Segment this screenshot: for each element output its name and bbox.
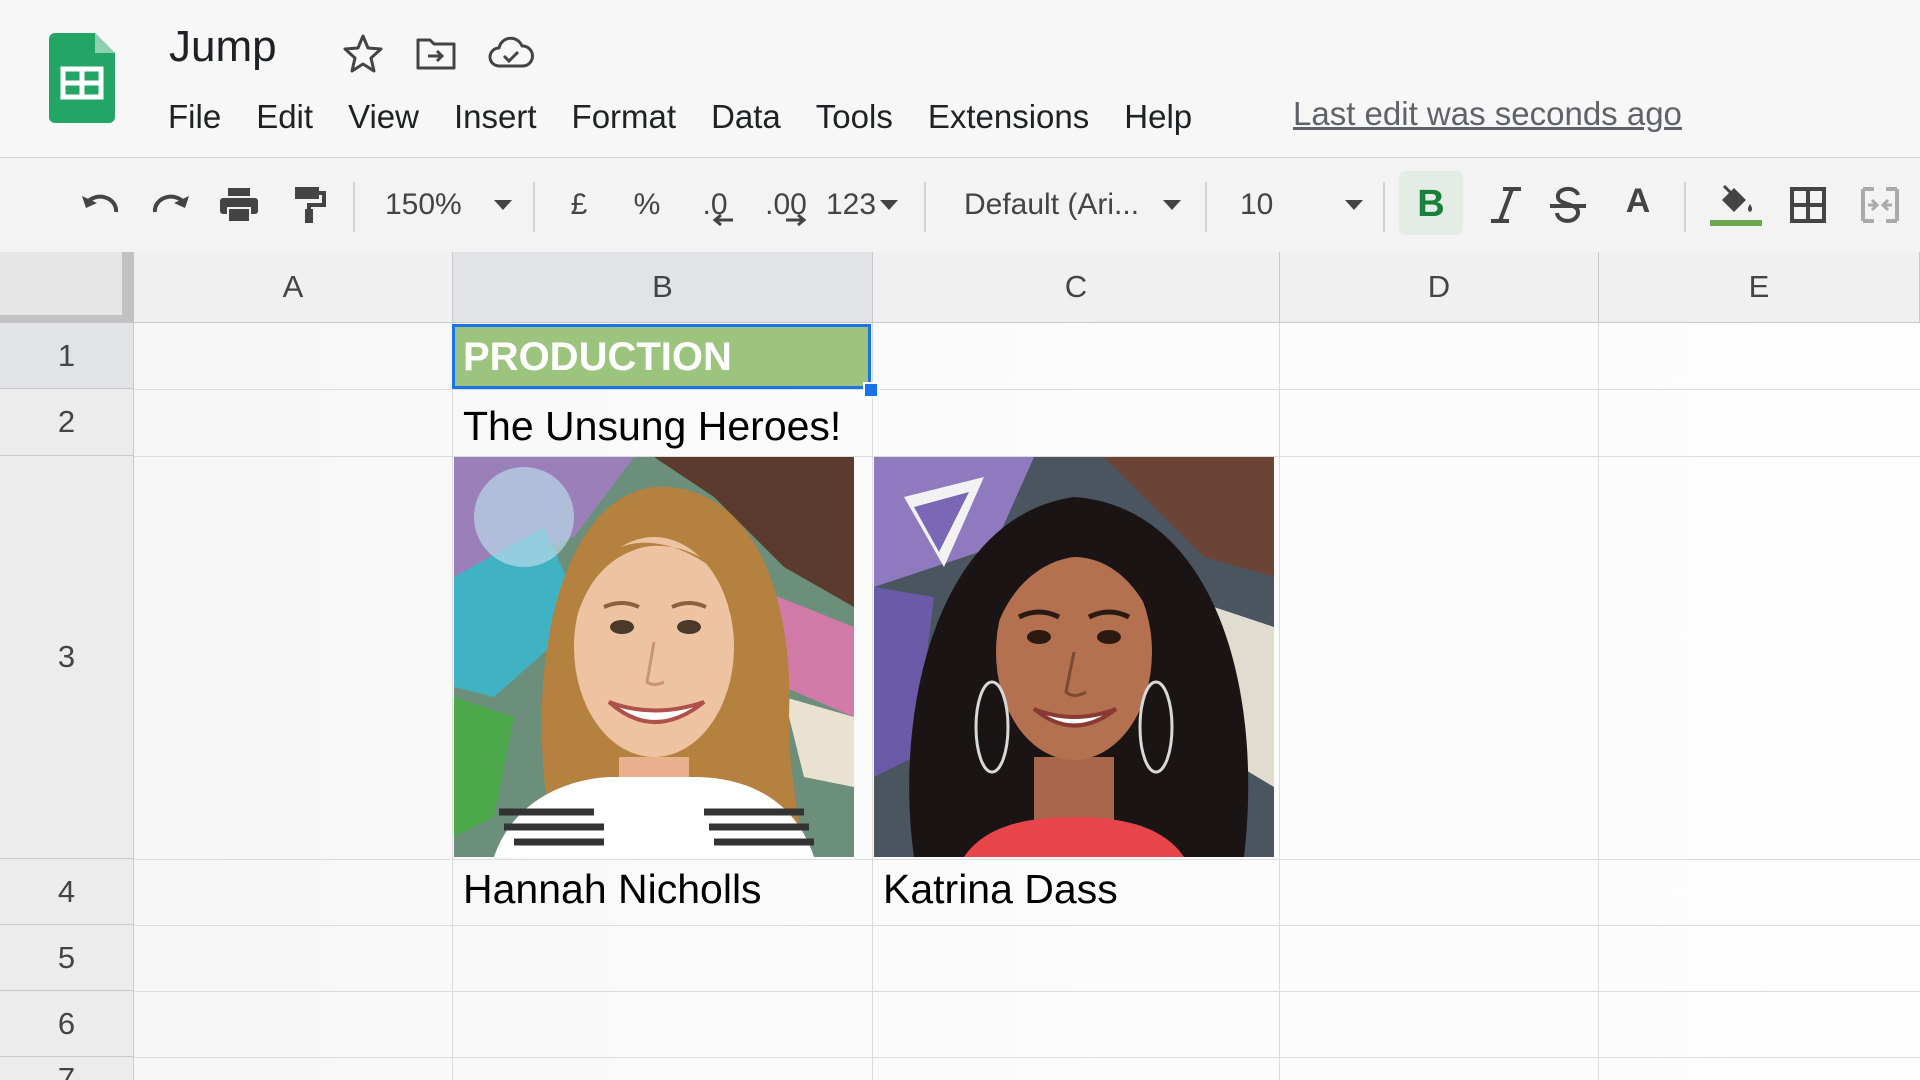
- menu-tools[interactable]: Tools: [816, 98, 893, 136]
- merge-cells-icon[interactable]: [1852, 158, 1908, 252]
- paint-format-icon[interactable]: [284, 158, 334, 252]
- toolbar-separator: [533, 182, 535, 232]
- column-header-c[interactable]: C: [873, 252, 1280, 323]
- fill-handle[interactable]: [863, 382, 879, 398]
- sheets-logo-icon[interactable]: [49, 33, 115, 128]
- zoom-select[interactable]: 150%: [385, 158, 475, 252]
- column-header-b[interactable]: B: [453, 252, 873, 323]
- fill-color-button[interactable]: [1708, 158, 1764, 252]
- document-title[interactable]: Jump: [169, 22, 277, 72]
- text-color-button[interactable]: A: [1608, 158, 1668, 252]
- toolbar-separator: [1383, 182, 1385, 232]
- column-header-d[interactable]: D: [1280, 252, 1599, 323]
- chevron-down-icon[interactable]: [489, 158, 517, 252]
- cell-b4-text[interactable]: Hannah Nicholls: [463, 866, 762, 913]
- currency-format-button[interactable]: £: [563, 158, 595, 252]
- borders-icon[interactable]: [1780, 158, 1836, 252]
- redo-icon[interactable]: [145, 158, 195, 252]
- row-header-2[interactable]: 2: [0, 389, 134, 456]
- row-header-5[interactable]: 5: [0, 925, 134, 991]
- font-size-select[interactable]: 10: [1240, 158, 1300, 252]
- svg-text:B: B: [1417, 183, 1444, 225]
- column-header-a[interactable]: A: [134, 252, 453, 323]
- column-header-e[interactable]: E: [1599, 252, 1920, 323]
- spreadsheet-grid: A B C D E 1 2 3 4 5 6 7 PRODUCTION The U…: [0, 252, 1920, 1080]
- selection-border: [452, 324, 871, 389]
- fill-color-icon: [1722, 184, 1752, 212]
- percent-format-button[interactable]: %: [630, 158, 664, 252]
- menu-edit[interactable]: Edit: [256, 98, 313, 136]
- text-color-bar: [1618, 221, 1658, 227]
- row-header-6[interactable]: 6: [0, 991, 134, 1057]
- more-formats-button[interactable]: 123: [826, 158, 906, 252]
- select-all-corner[interactable]: [0, 252, 135, 324]
- chevron-down-icon: [880, 200, 899, 210]
- row-header-1[interactable]: 1: [0, 323, 134, 389]
- photo-katrina-dass[interactable]: [874, 457, 1274, 857]
- bold-icon: B: [1417, 183, 1444, 225]
- menu-extensions[interactable]: Extensions: [928, 98, 1089, 136]
- text-color-icon: A: [1625, 181, 1651, 220]
- menu-view[interactable]: View: [348, 98, 419, 136]
- bold-button[interactable]: B: [1399, 171, 1463, 235]
- chevron-down-icon[interactable]: [1158, 158, 1186, 252]
- undo-icon[interactable]: [76, 158, 126, 252]
- chevron-down-icon[interactable]: [1340, 158, 1368, 252]
- menu-file[interactable]: File: [168, 98, 221, 136]
- photo-hannah-nicholls[interactable]: [454, 457, 854, 857]
- decrease-decimal-button[interactable]: .0: [690, 158, 740, 252]
- toolbar-separator: [924, 182, 926, 232]
- fill-color-bar: [1710, 220, 1762, 226]
- strikethrough-icon[interactable]: [1540, 158, 1596, 252]
- menu-help[interactable]: Help: [1124, 98, 1192, 136]
- row-header-4[interactable]: 4: [0, 859, 134, 925]
- star-icon[interactable]: [341, 32, 385, 74]
- cloud-saved-icon[interactable]: [487, 32, 534, 74]
- row-header-3[interactable]: 3: [0, 456, 134, 859]
- italic-icon[interactable]: [1478, 158, 1534, 252]
- arrow-right-icon: [786, 214, 807, 226]
- menu-format[interactable]: Format: [572, 98, 677, 136]
- font-family-select[interactable]: Default (Ari...: [964, 158, 1144, 252]
- toolbar-separator: [353, 182, 355, 232]
- zoom-value: 150%: [385, 188, 462, 221]
- move-to-folder-icon[interactable]: [414, 32, 458, 74]
- last-edit-link[interactable]: Last edit was seconds ago: [1293, 95, 1682, 133]
- toolbar-separator: [1205, 182, 1207, 232]
- app-header: Jump File Edit View Insert Format Data T…: [0, 0, 1920, 158]
- row-header-7[interactable]: 7: [0, 1057, 134, 1080]
- toolbar-separator: [1684, 182, 1686, 232]
- menu-data[interactable]: Data: [711, 98, 781, 136]
- menu-bar: File Edit View Insert Format Data Tools …: [168, 93, 1227, 141]
- menu-insert[interactable]: Insert: [454, 98, 537, 136]
- arrow-left-icon: [712, 214, 733, 226]
- cell-b2-text[interactable]: The Unsung Heroes!: [463, 403, 841, 450]
- increase-decimal-button[interactable]: .00: [758, 158, 814, 252]
- cell-area[interactable]: PRODUCTION The Unsung Heroes! Hannah Nic…: [134, 323, 1920, 1080]
- cell-c4-text[interactable]: Katrina Dass: [883, 866, 1118, 913]
- print-icon[interactable]: [214, 158, 264, 252]
